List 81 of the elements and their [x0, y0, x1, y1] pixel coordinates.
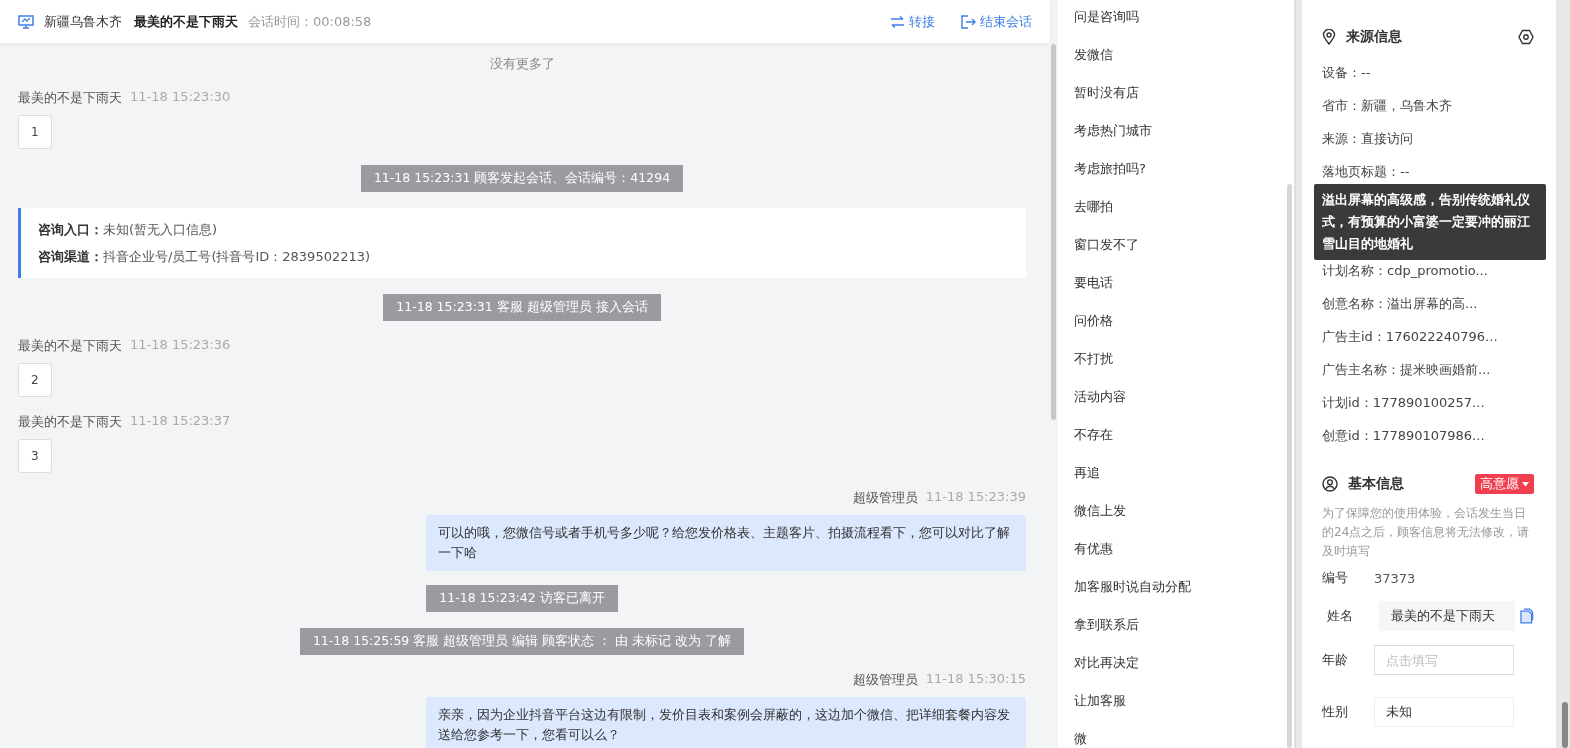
message-bubble: 3: [18, 439, 52, 473]
quick-reply-item[interactable]: 考虑热门城市: [1058, 116, 1294, 154]
message-time: 11-18 15:23:30: [130, 89, 231, 106]
source-info-line: 广告主id：176022240796...: [1322, 328, 1499, 346]
quick-reply-item[interactable]: 对比再决定: [1058, 648, 1294, 686]
quick-reply-item[interactable]: 发微信: [1058, 40, 1294, 78]
quick-reply-item[interactable]: 让加客服: [1058, 686, 1294, 724]
section-title: 来源信息: [1346, 28, 1402, 46]
source-info-line: 来源：直接访问: [1322, 130, 1414, 148]
intent-tag-dropdown[interactable]: 高意愿: [1475, 474, 1534, 494]
field-label: 年龄: [1322, 651, 1349, 669]
quick-reply-item[interactable]: 微: [1058, 724, 1294, 748]
copy-icon[interactable]: [1520, 608, 1534, 624]
system-notice: 11-18 15:23:31 顾客发起会话、会话编号：41294: [360, 165, 684, 192]
entry-info-line: 咨询入口：未知(暂无入口信息): [38, 221, 219, 239]
system-notice: 11-18 15:25:59 客服 超级管理员 编辑 顾客状态 ： 由 未标记 改为 了解: [299, 628, 745, 655]
sender-name: 最美的不是下雨天: [18, 89, 122, 107]
quick-reply-item[interactable]: 微信上发: [1058, 496, 1294, 534]
quick-reply-item[interactable]: 问是咨询吗: [1058, 2, 1294, 40]
message-bubble: 亲亲，因为企业抖音平台这边有限制，发价目表和案例会屏蔽的，这边加个微信、把详细套餐内容发送给您参考一下，您看可以么？: [426, 697, 1026, 748]
exit-icon: [961, 14, 976, 29]
system-notice: 11-18 15:23:31 客服 超级管理员 接入会话: [383, 294, 661, 321]
source-info-line: 计划名称：cdp_promotio...: [1322, 262, 1489, 280]
user-icon: [1322, 476, 1338, 492]
no-more-notice: 没有更多了: [488, 55, 556, 73]
section-title: 基本信息: [1348, 475, 1404, 493]
message-bubble: 1: [18, 115, 52, 149]
sender-name: 最美的不是下雨天: [18, 413, 122, 431]
sender-name: 超级管理员: [852, 489, 918, 507]
sender-name: 最美的不是下雨天: [18, 337, 122, 355]
quick-reply-item[interactable]: 有优惠: [1058, 534, 1294, 572]
field-label: 性别: [1322, 703, 1349, 721]
visitor-name: 最美的不是下雨天: [134, 12, 238, 31]
quick-reply-item[interactable]: 再追: [1058, 458, 1294, 496]
swap-icon: [890, 15, 905, 28]
entry-info-line: 咨询渠道：抖音企业号/员工号(抖音号ID：2839502213): [38, 248, 372, 266]
quick-reply-item[interactable]: 暂时没有店: [1058, 78, 1294, 116]
source-info-line: 创意名称：溢出屏幕的高...: [1322, 295, 1479, 313]
system-notice: 11-18 15:23:42 访客已离开: [426, 585, 618, 612]
field-label: 姓名: [1327, 607, 1354, 625]
quick-reply-item[interactable]: 问价格: [1058, 306, 1294, 344]
age-input-field[interactable]: 点击填写: [1374, 645, 1514, 675]
message-time: 11-18 15:23:39: [925, 489, 1026, 506]
message-bubble: 可以的哦，您微信号或者手机号多少呢？给您发价格表、主题客片、拍摄流程看下，您可以对比了解一下哈: [426, 515, 1026, 571]
source-info-line: 设备：--: [1322, 64, 1372, 82]
transfer-link[interactable]: 转接: [890, 12, 935, 31]
edit-notice: 为了保障您的使用体验，会话发生当日的24点之后，顾客信息将无法修改，请及时填写: [1322, 505, 1531, 560]
quick-reply-item[interactable]: 活动内容: [1058, 382, 1294, 420]
sender-name: 超级管理员: [852, 671, 918, 689]
quick-reply-item[interactable]: 加客服时说自动分配: [1058, 572, 1294, 610]
name-field[interactable]: 最美的不是下雨天: [1379, 601, 1516, 631]
tooltip: 溢出屏幕的高级感，告别传统婚礼仪式，有预算的小富婆一定要冲的丽江雪山目的地婚礼: [1314, 184, 1546, 260]
quick-reply-item[interactable]: 去哪拍: [1058, 192, 1294, 230]
session-duration: 会话时间：00:08:58: [248, 12, 372, 31]
quick-reply-item[interactable]: 要电话: [1058, 268, 1294, 306]
scrollbar-thumb[interactable]: [1051, 44, 1056, 420]
source-info-line: 落地页标题：--: [1322, 163, 1411, 181]
message-time: 11-18 15:30:15: [925, 671, 1026, 688]
source-info-line: 广告主名称：提米映画婚前...: [1322, 361, 1492, 379]
end-session-link[interactable]: 结束会话: [961, 12, 1032, 31]
quick-reply-item[interactable]: 窗口发不了: [1058, 230, 1294, 268]
source-info-line: 省市：新疆，乌鲁木齐: [1322, 97, 1453, 115]
scrollbar-thumb[interactable]: [1287, 184, 1292, 748]
field-label: 编号: [1322, 569, 1349, 587]
quick-reply-item[interactable]: 拿到联系后: [1058, 610, 1294, 648]
gender-field[interactable]: 未知: [1374, 697, 1514, 727]
source-info-line: 计划id：177890100257...: [1322, 394, 1486, 412]
field-value: 37373: [1374, 570, 1416, 586]
quick-reply-item[interactable]: 不存在: [1058, 420, 1294, 458]
message-time: 11-18 15:23:36: [130, 337, 231, 354]
quick-reply-item[interactable]: 不打扰: [1058, 344, 1294, 382]
message-time: 11-18 15:23:37: [130, 413, 231, 430]
settings-icon[interactable]: [1518, 29, 1534, 45]
visitor-region: 新疆乌鲁木齐: [44, 12, 122, 31]
caret-icon: [1522, 481, 1529, 487]
source-info-line: 创意id：177890107986...: [1322, 427, 1486, 445]
monitor-icon: [18, 14, 34, 29]
quick-reply-item[interactable]: 考虑旅拍吗?: [1058, 154, 1294, 192]
scrollbar-thumb[interactable]: [1562, 702, 1568, 748]
location-pin-icon: [1322, 29, 1336, 45]
message-bubble: 2: [18, 363, 52, 397]
